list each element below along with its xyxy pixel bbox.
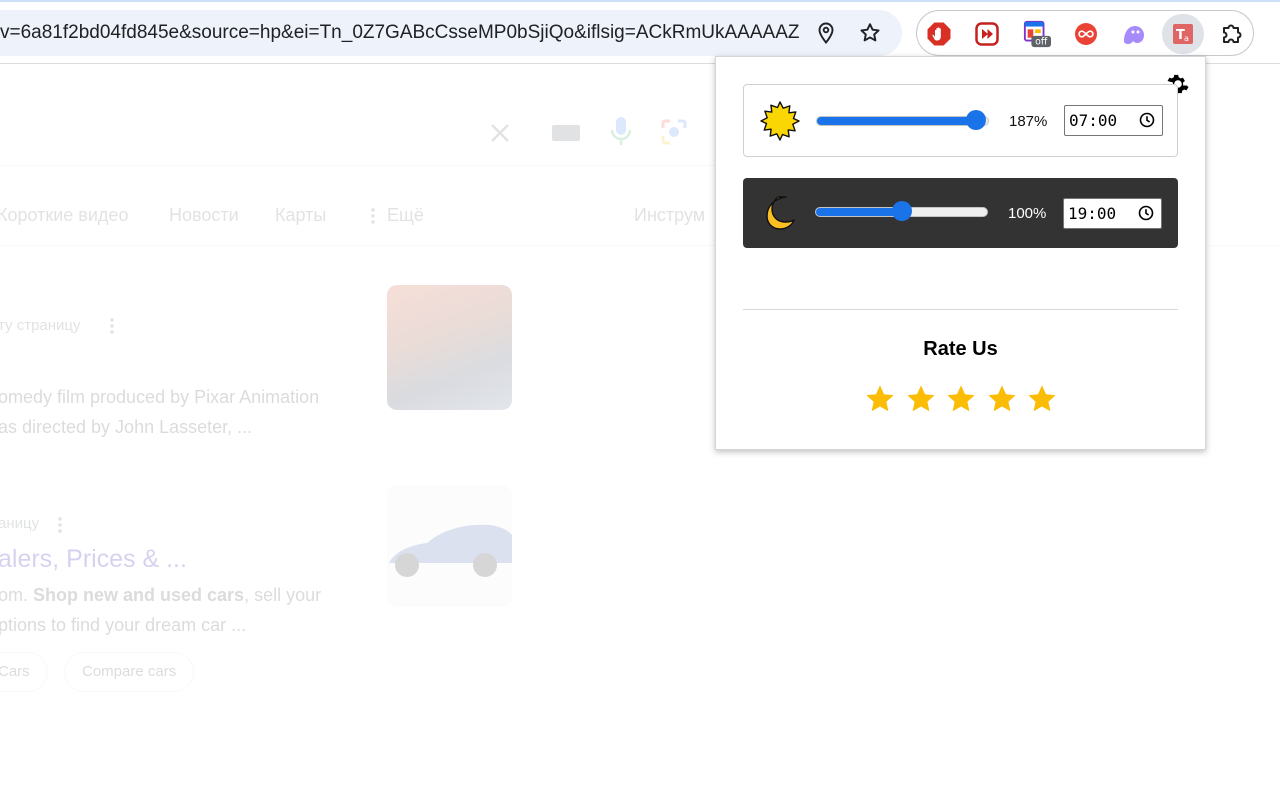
text-tool-extension-icon[interactable]: T a [1162, 14, 1204, 54]
day-brightness-slider[interactable] [816, 110, 989, 130]
rating-star-3[interactable] [945, 383, 977, 415]
night-brightness-value: 100% [1008, 205, 1047, 222]
chip-compare-cars[interactable]: Compare cars [64, 652, 195, 692]
extension-badge: off [1035, 37, 1048, 48]
night-schedule-row: 100% 19:00 [743, 178, 1178, 248]
snippet-suffix: , sell your [244, 585, 322, 605]
browser-toolbar: v=6a81f2bd04fd845e&source=hp&ei=Tn_0Z7GA… [0, 0, 1280, 64]
tab-short-videos[interactable]: Короткие видео [0, 205, 128, 226]
result1-menu-icon[interactable] [108, 317, 116, 335]
sun-icon [760, 101, 800, 141]
night-time-value[interactable]: 19:00 [1068, 204, 1116, 223]
tab-news[interactable]: Новости [169, 205, 239, 226]
stop-hand-extension-icon[interactable] [925, 20, 953, 48]
snippet-bold: Shop new and used cars [33, 585, 245, 605]
keyboard-icon[interactable] [551, 122, 581, 144]
clock-icon[interactable] [1138, 205, 1154, 221]
extensions-tray: off T a [916, 10, 1254, 56]
day-schedule-row: 187% 07:00 [743, 84, 1178, 157]
rate-us-title: Rate Us [923, 338, 998, 360]
search-box-edge [0, 165, 720, 166]
tab-tools[interactable]: Инструм [634, 205, 705, 226]
rating-star-1[interactable] [864, 383, 896, 415]
address-url[interactable]: v=6a81f2bd04fd845e&source=hp&ei=Tn_0Z7GA… [0, 10, 800, 56]
clear-search-icon[interactable] [488, 121, 512, 145]
puzzle-extensions-menu-icon[interactable] [1218, 20, 1246, 48]
ghost-extension-icon[interactable] [1120, 20, 1148, 48]
result2-snippet-line2: ptions to find your dream car ... [0, 615, 247, 635]
rating-star-4[interactable] [986, 383, 1018, 415]
day-brightness-value: 187% [1009, 113, 1048, 130]
rating-star-2[interactable] [905, 383, 937, 415]
microphone-icon[interactable] [608, 115, 634, 147]
layout-off-extension-icon[interactable]: off [1023, 20, 1051, 48]
result2-title[interactable]: alers, Prices & ... [0, 545, 187, 574]
location-pin-icon[interactable] [814, 21, 838, 45]
tab-more[interactable]: Ещё [387, 205, 424, 226]
result2-menu-icon[interactable] [56, 516, 64, 534]
rating-stars [864, 383, 1064, 423]
svg-text:a: a [1184, 34, 1189, 43]
tab-strip-edge [0, 0, 1280, 2]
address-bar[interactable]: v=6a81f2bd04fd845e&source=hp&ei=Tn_0Z7GA… [0, 10, 902, 56]
more-vertical-icon [371, 208, 375, 224]
tab-maps[interactable]: Карты [275, 205, 326, 226]
result2-snippet-line1: om. Shop new and used cars, sell your [0, 585, 321, 606]
moon-icon [766, 196, 795, 230]
rating-star-5[interactable] [1026, 383, 1058, 415]
day-time-value[interactable]: 07:00 [1069, 111, 1117, 130]
popup-divider [743, 309, 1178, 310]
result1-snippet-line1: omedy film produced by Pixar Animation [0, 387, 320, 407]
night-slider-fill [816, 208, 902, 216]
night-slider-handle[interactable] [892, 201, 912, 221]
night-time-input[interactable]: 19:00 [1063, 198, 1162, 229]
day-slider-fill [817, 117, 976, 125]
lens-icon[interactable] [660, 118, 688, 146]
result2-source[interactable]: аницу [0, 515, 39, 532]
chip-cars[interactable]: Cars [0, 652, 48, 692]
clock-icon[interactable] [1139, 112, 1155, 128]
infinity-extension-icon[interactable] [1072, 20, 1100, 48]
snippet-prefix: om. [0, 585, 34, 605]
result1-thumbnail[interactable] [387, 285, 512, 410]
skip-forward-extension-icon[interactable] [973, 20, 1001, 48]
result1-source[interactable]: ту страницу [0, 317, 81, 334]
night-brightness-slider[interactable] [815, 201, 988, 221]
day-slider-handle[interactable] [966, 110, 986, 130]
result2-thumbnail[interactable] [387, 485, 512, 607]
bookmark-star-icon[interactable] [858, 21, 882, 45]
result1-snippet-line2: as directed by John Lasseter, ... [0, 417, 253, 437]
day-time-input[interactable]: 07:00 [1064, 105, 1163, 136]
extension-popup: 187% 07:00 100% 19:00 Rate Us [715, 56, 1206, 450]
